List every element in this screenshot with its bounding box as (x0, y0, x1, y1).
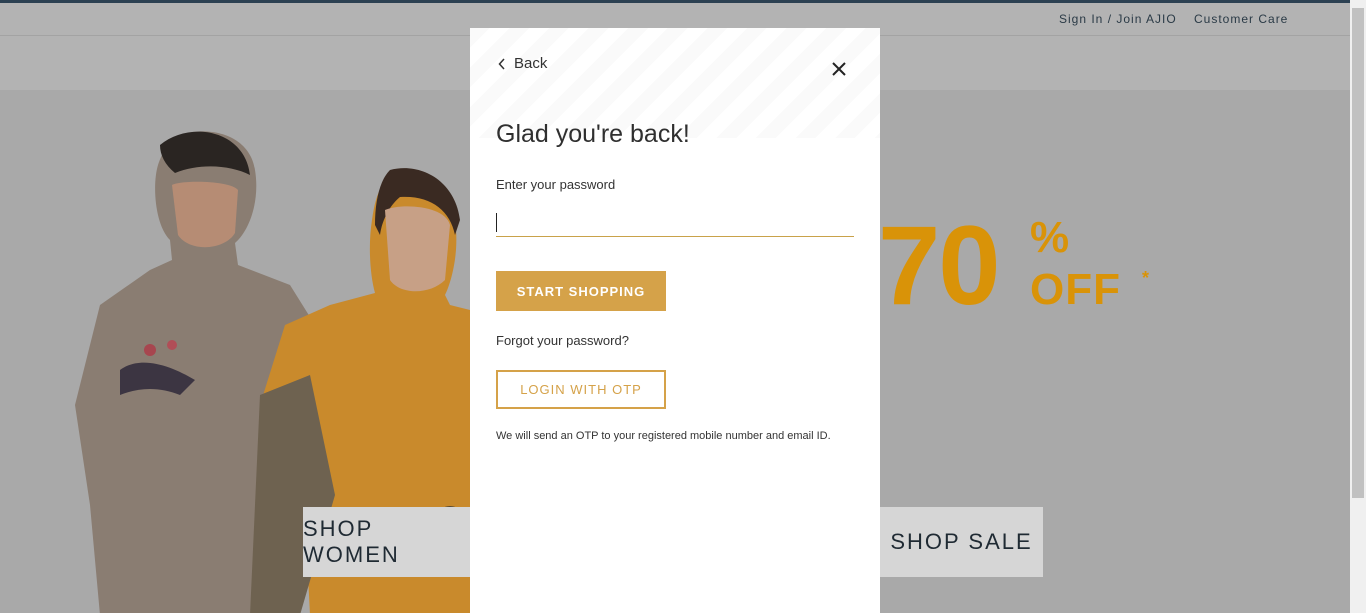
page-scrollbar[interactable] (1350, 0, 1366, 613)
otp-note: We will send an OTP to your registered m… (496, 430, 831, 442)
back-label: Back (514, 55, 548, 72)
close-icon[interactable] (828, 58, 850, 80)
start-shopping-button[interactable]: START SHOPPING (496, 271, 666, 311)
customer-care-link[interactable]: Customer Care (1194, 12, 1288, 26)
promo-discount-number: 70 (878, 203, 1001, 328)
modal-title: Glad you're back! (496, 120, 690, 148)
shop-sale-button[interactable]: SHOP SALE (880, 507, 1043, 577)
promo-asterisk: * (1142, 268, 1150, 288)
scrollbar-thumb[interactable] (1352, 8, 1364, 498)
promo-off-text: OFF (1030, 265, 1121, 314)
text-caret (496, 213, 497, 232)
chevron-left-icon (498, 57, 505, 70)
login-with-otp-button[interactable]: LOGIN WITH OTP (496, 370, 666, 409)
password-label: Enter your password (496, 177, 616, 192)
sign-in-link[interactable]: Sign In / Join AJIO (1059, 12, 1177, 26)
back-button[interactable]: Back (498, 55, 547, 72)
forgot-password-link[interactable]: Forgot your password? (496, 333, 629, 348)
promo-percent-sign: % (1030, 213, 1070, 262)
shop-women-button[interactable]: SHOP WOMEN (303, 507, 470, 577)
password-input[interactable] (496, 208, 854, 237)
login-modal: Back Glad you're back! Enter your passwo… (470, 28, 880, 613)
